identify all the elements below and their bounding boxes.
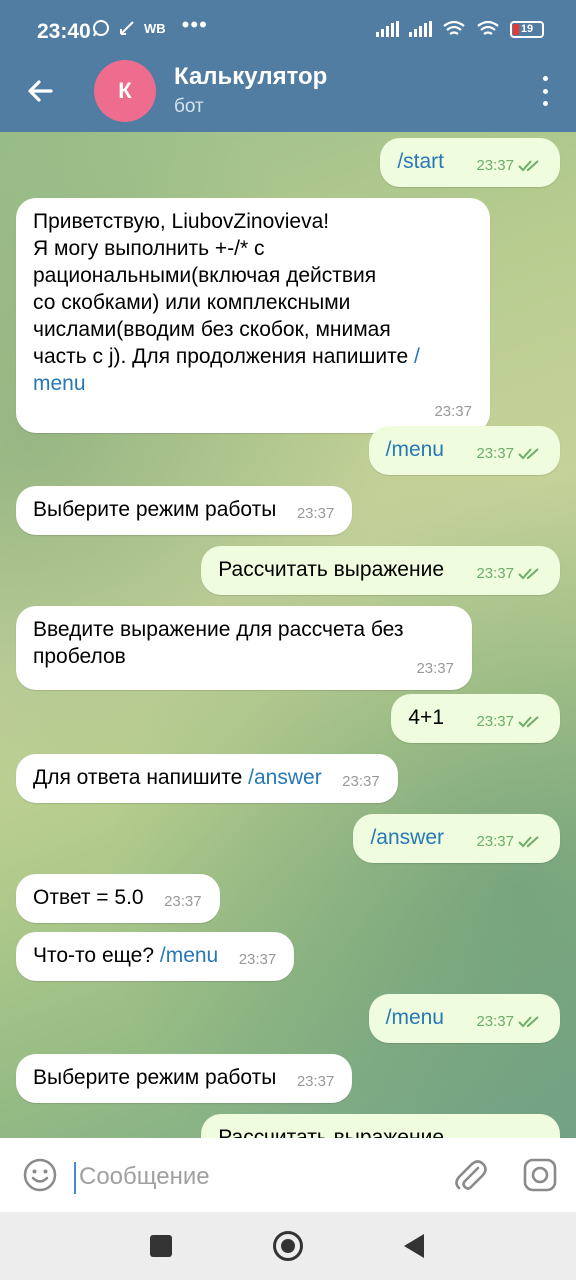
message-bubble[interactable]: Рассчитать выражение bbox=[201, 1114, 560, 1138]
back-button[interactable] bbox=[404, 1234, 424, 1258]
message-bubble[interactable]: Выберите режим работы 23:37 bbox=[16, 1054, 353, 1103]
home-button[interactable] bbox=[273, 1231, 303, 1261]
message-bubble[interactable]: /start 23:37 bbox=[380, 138, 560, 187]
chat-subtitle: бот bbox=[174, 96, 204, 117]
signal-icon bbox=[376, 21, 399, 37]
message-time: 23:37 bbox=[476, 157, 514, 174]
message-bubble[interactable]: 4+1 23:37 bbox=[391, 694, 560, 743]
message-bubble[interactable]: Введите выражение для рассчета без пробе… bbox=[16, 606, 472, 690]
command-link[interactable]: /answer bbox=[370, 826, 444, 849]
avatar[interactable]: К bbox=[94, 60, 156, 122]
message-bubble[interactable]: Выберите режим работы 23:37 bbox=[16, 486, 353, 535]
message-bubble[interactable]: Что-то еще? /menu 23:37 bbox=[16, 932, 295, 981]
message-time: 23:37 bbox=[296, 505, 335, 522]
double-check-icon bbox=[518, 159, 539, 171]
message-bubble[interactable]: Рассчитать выражение 23:37 bbox=[201, 546, 560, 595]
double-check-icon bbox=[518, 567, 539, 579]
double-check-icon bbox=[518, 1015, 539, 1027]
broom-icon bbox=[120, 21, 134, 35]
battery-level: 19 bbox=[520, 23, 534, 35]
camera-icon[interactable] bbox=[522, 1157, 558, 1193]
message-input[interactable]: Сообщение bbox=[74, 1162, 210, 1194]
signal-icon bbox=[409, 21, 432, 37]
status-bar: 23:40 WB ••• 19 bbox=[0, 0, 576, 60]
more-options-icon[interactable] bbox=[540, 76, 550, 106]
double-check-icon bbox=[518, 835, 539, 847]
message-bubble[interactable]: /menu 23:37 bbox=[368, 994, 560, 1043]
system-nav-bar bbox=[0, 1212, 576, 1280]
message-time: 23:37 bbox=[296, 1073, 335, 1090]
double-check-icon bbox=[518, 715, 539, 727]
command-link[interactable]: /answer bbox=[248, 766, 322, 789]
emoji-icon[interactable] bbox=[22, 1157, 58, 1193]
message-time: 23:37 bbox=[434, 403, 472, 420]
message-time: 23:37 bbox=[164, 893, 202, 910]
composer: Сообщение bbox=[0, 1138, 576, 1212]
message-bubble[interactable]: /answer 23:37 bbox=[353, 814, 560, 863]
message-time: 23:37 bbox=[476, 833, 514, 850]
double-check-icon bbox=[518, 447, 539, 459]
more-notifications-icon: ••• bbox=[181, 12, 208, 37]
wifi-icon bbox=[443, 20, 465, 35]
battery-icon: 19 bbox=[510, 20, 544, 38]
whatsapp-icon bbox=[93, 20, 109, 37]
system-icons: 19 bbox=[376, 20, 544, 38]
command-link[interactable]: /menu bbox=[160, 944, 218, 967]
message-time: 23:37 bbox=[342, 773, 380, 790]
message-time: 23:37 bbox=[476, 713, 514, 730]
command-link[interactable]: /menu bbox=[386, 438, 444, 461]
chat-header: К Калькулятор бот bbox=[0, 60, 576, 132]
message-time: 23:37 bbox=[416, 660, 454, 677]
chat-title[interactable]: Калькулятор bbox=[174, 63, 327, 91]
back-arrow-icon[interactable] bbox=[24, 74, 58, 108]
message-time: 23:37 bbox=[476, 445, 514, 462]
message-time: 23:37 bbox=[476, 1013, 514, 1030]
attach-icon[interactable] bbox=[452, 1156, 488, 1194]
message-list[interactable]: /start 23:37 Приветствую, LiubovZinoviev… bbox=[0, 132, 576, 1138]
message-time: 23:37 bbox=[476, 565, 514, 582]
message-bubble[interactable]: /menu 23:37 bbox=[368, 426, 560, 475]
notification-icons: WB ••• bbox=[92, 12, 208, 38]
recents-button[interactable] bbox=[150, 1235, 172, 1257]
status-time: 23:40 bbox=[37, 20, 91, 43]
message-bubble[interactable]: Для ответа напишите /answer 23:37 bbox=[16, 754, 398, 803]
message-time: 23:37 bbox=[238, 951, 277, 968]
message-bubble[interactable]: Приветствую, LiubovZinovieva! Я могу вып… bbox=[16, 198, 490, 433]
command-link[interactable]: /start bbox=[397, 150, 444, 173]
message-bubble[interactable]: Ответ = 5.0 23:37 bbox=[16, 874, 220, 923]
wb-badge: WB bbox=[144, 20, 166, 36]
wifi-icon bbox=[477, 20, 499, 35]
command-link[interactable]: /menu bbox=[386, 1006, 444, 1029]
